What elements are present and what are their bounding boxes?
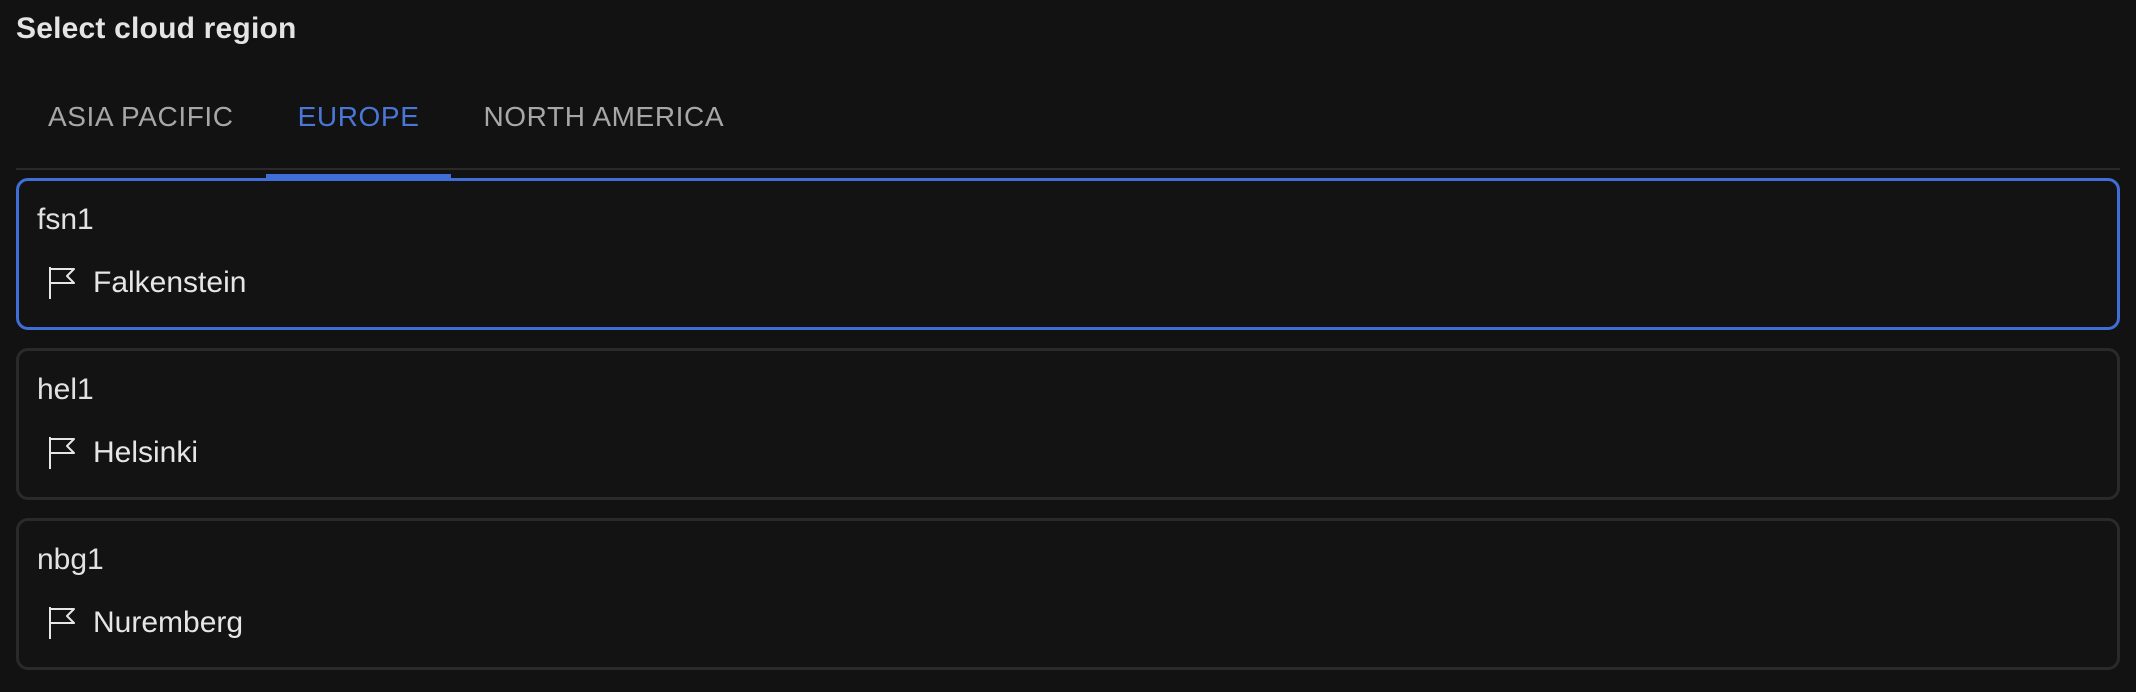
- tab-europe[interactable]: EUROPE: [265, 66, 452, 178]
- flag-icon: [49, 437, 75, 469]
- region-code: fsn1: [37, 203, 94, 236]
- tab-label: ASIA PACIFIC: [48, 101, 234, 132]
- flag-icon: [49, 607, 75, 639]
- flag-icon: [49, 267, 75, 299]
- tab-asia-pacific[interactable]: ASIA PACIFIC: [16, 66, 266, 168]
- region-tabs: ASIA PACIFIC EUROPE NORTH AMERICA: [16, 76, 2120, 178]
- region-code: hel1: [37, 373, 94, 406]
- region-code: nbg1: [37, 543, 104, 576]
- region-list: fsn1 Falkenstein hel1 Helsinki nbg1 Nure…: [16, 178, 2120, 688]
- tab-label: EUROPE: [297, 101, 420, 132]
- page-title: Select cloud region: [16, 12, 297, 45]
- region-city: Nuremberg: [93, 606, 244, 639]
- region-selector: Select cloud region ASIA PACIFIC EUROPE …: [0, 0, 2136, 692]
- region-city: Falkenstein: [93, 266, 247, 299]
- tab-label: NORTH AMERICA: [483, 101, 725, 132]
- region-location: Nuremberg: [47, 605, 243, 641]
- region-card-fsn1[interactable]: fsn1 Falkenstein: [16, 178, 2120, 330]
- region-location: Falkenstein: [47, 265, 246, 301]
- tab-north-america[interactable]: NORTH AMERICA: [451, 66, 756, 168]
- region-card-nbg1[interactable]: nbg1 Nuremberg: [16, 518, 2120, 670]
- region-card-hel1[interactable]: hel1 Helsinki: [16, 348, 2120, 500]
- region-city: Helsinki: [93, 436, 199, 469]
- region-location: Helsinki: [47, 435, 198, 471]
